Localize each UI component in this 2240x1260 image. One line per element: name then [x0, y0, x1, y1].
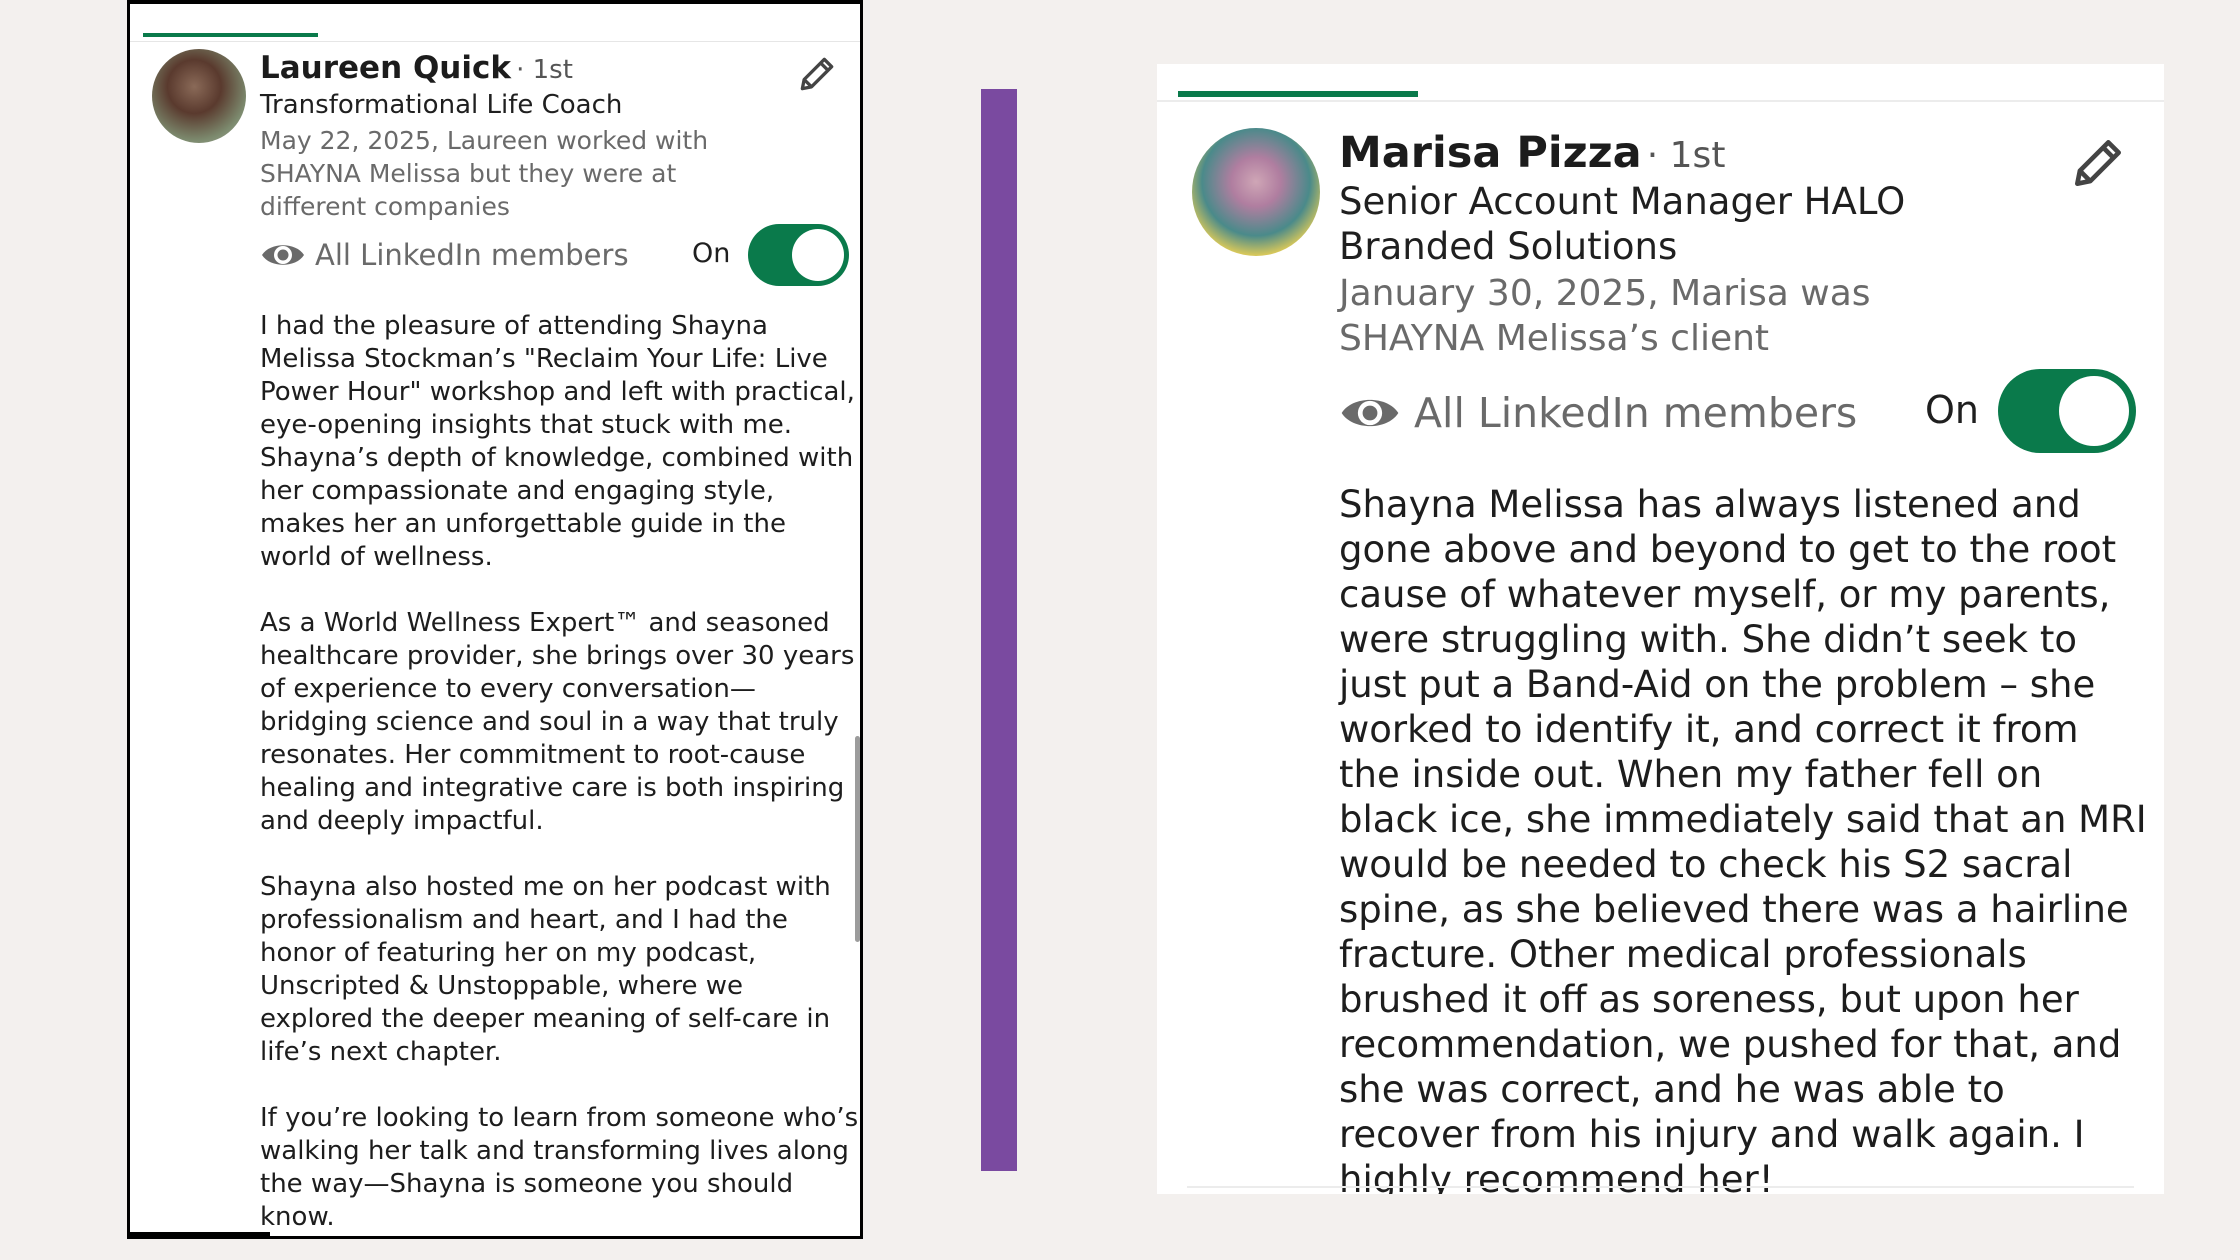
toggle-state-label: On [692, 238, 731, 269]
eye-icon [1341, 399, 1399, 427]
recommender-headline: Senior Account Manager HALO Branded Solu… [1339, 180, 1906, 268]
recommender-name[interactable]: Laureen Quick [260, 50, 511, 86]
recommendation-paragraph: If you’re looking to learn from someone … [260, 1103, 859, 1232]
recommender-name[interactable]: Marisa Pizza [1339, 128, 1642, 178]
relationship-text: January 30, 2025, Marisa was SHAYNA Meli… [1339, 273, 1871, 359]
recommendation-text: Shayna Melissa has always listened and g… [1339, 483, 2147, 1194]
pencil-icon[interactable] [2067, 132, 2129, 194]
recommender-headline: Transformational Life Coach [260, 90, 623, 120]
name-row: Marisa Pizza · 1st [1339, 128, 1725, 178]
toggle-knob [2059, 376, 2129, 446]
toggle-state-label: On [1925, 388, 1979, 432]
card-bottom-divider [1187, 1186, 2134, 1188]
avatar[interactable] [1192, 128, 1320, 256]
recommendation-paragraph: Shayna also hosted me on her podcast wit… [260, 872, 831, 1067]
recommendation-paragraph: As a World Wellness Expert™ and seasoned… [260, 608, 855, 836]
pencil-icon[interactable] [795, 52, 839, 96]
tab-divider [1157, 100, 2164, 102]
visibility-toggle[interactable] [748, 224, 849, 286]
recommendation-text: I had the pleasure of attending Shayna M… [260, 310, 860, 1236]
active-tab-indicator [143, 33, 318, 37]
connection-degree: · 1st [516, 55, 573, 85]
connection-degree: · 1st [1646, 135, 1726, 176]
active-tab-indicator [1178, 91, 1418, 97]
recommendation-card-marisa: Marisa Pizza · 1st Senior Account Manage… [1157, 64, 2164, 1194]
recommendation-card-laureen: Laureen Quick · 1st Transformational Lif… [127, 0, 863, 1239]
eye-icon [262, 245, 304, 265]
visibility-label: All LinkedIn members [315, 238, 629, 272]
name-row: Laureen Quick · 1st [260, 50, 573, 86]
scrollbar[interactable] [855, 736, 860, 942]
visibility-row: All LinkedIn members [260, 235, 629, 275]
recommendation-paragraph: I had the pleasure of attending Shayna M… [260, 311, 855, 572]
visibility-label: All LinkedIn members [1414, 389, 1858, 437]
purple-divider [981, 89, 1017, 1171]
avatar[interactable] [152, 49, 246, 143]
bottom-indicator [130, 1232, 270, 1236]
visibility-toggle[interactable] [1998, 369, 2136, 453]
relationship-text: May 22, 2025, Laureen worked with SHAYNA… [260, 126, 709, 221]
tab-divider [130, 41, 860, 42]
toggle-knob [792, 229, 844, 281]
visibility-row: All LinkedIn members [1339, 385, 1857, 441]
